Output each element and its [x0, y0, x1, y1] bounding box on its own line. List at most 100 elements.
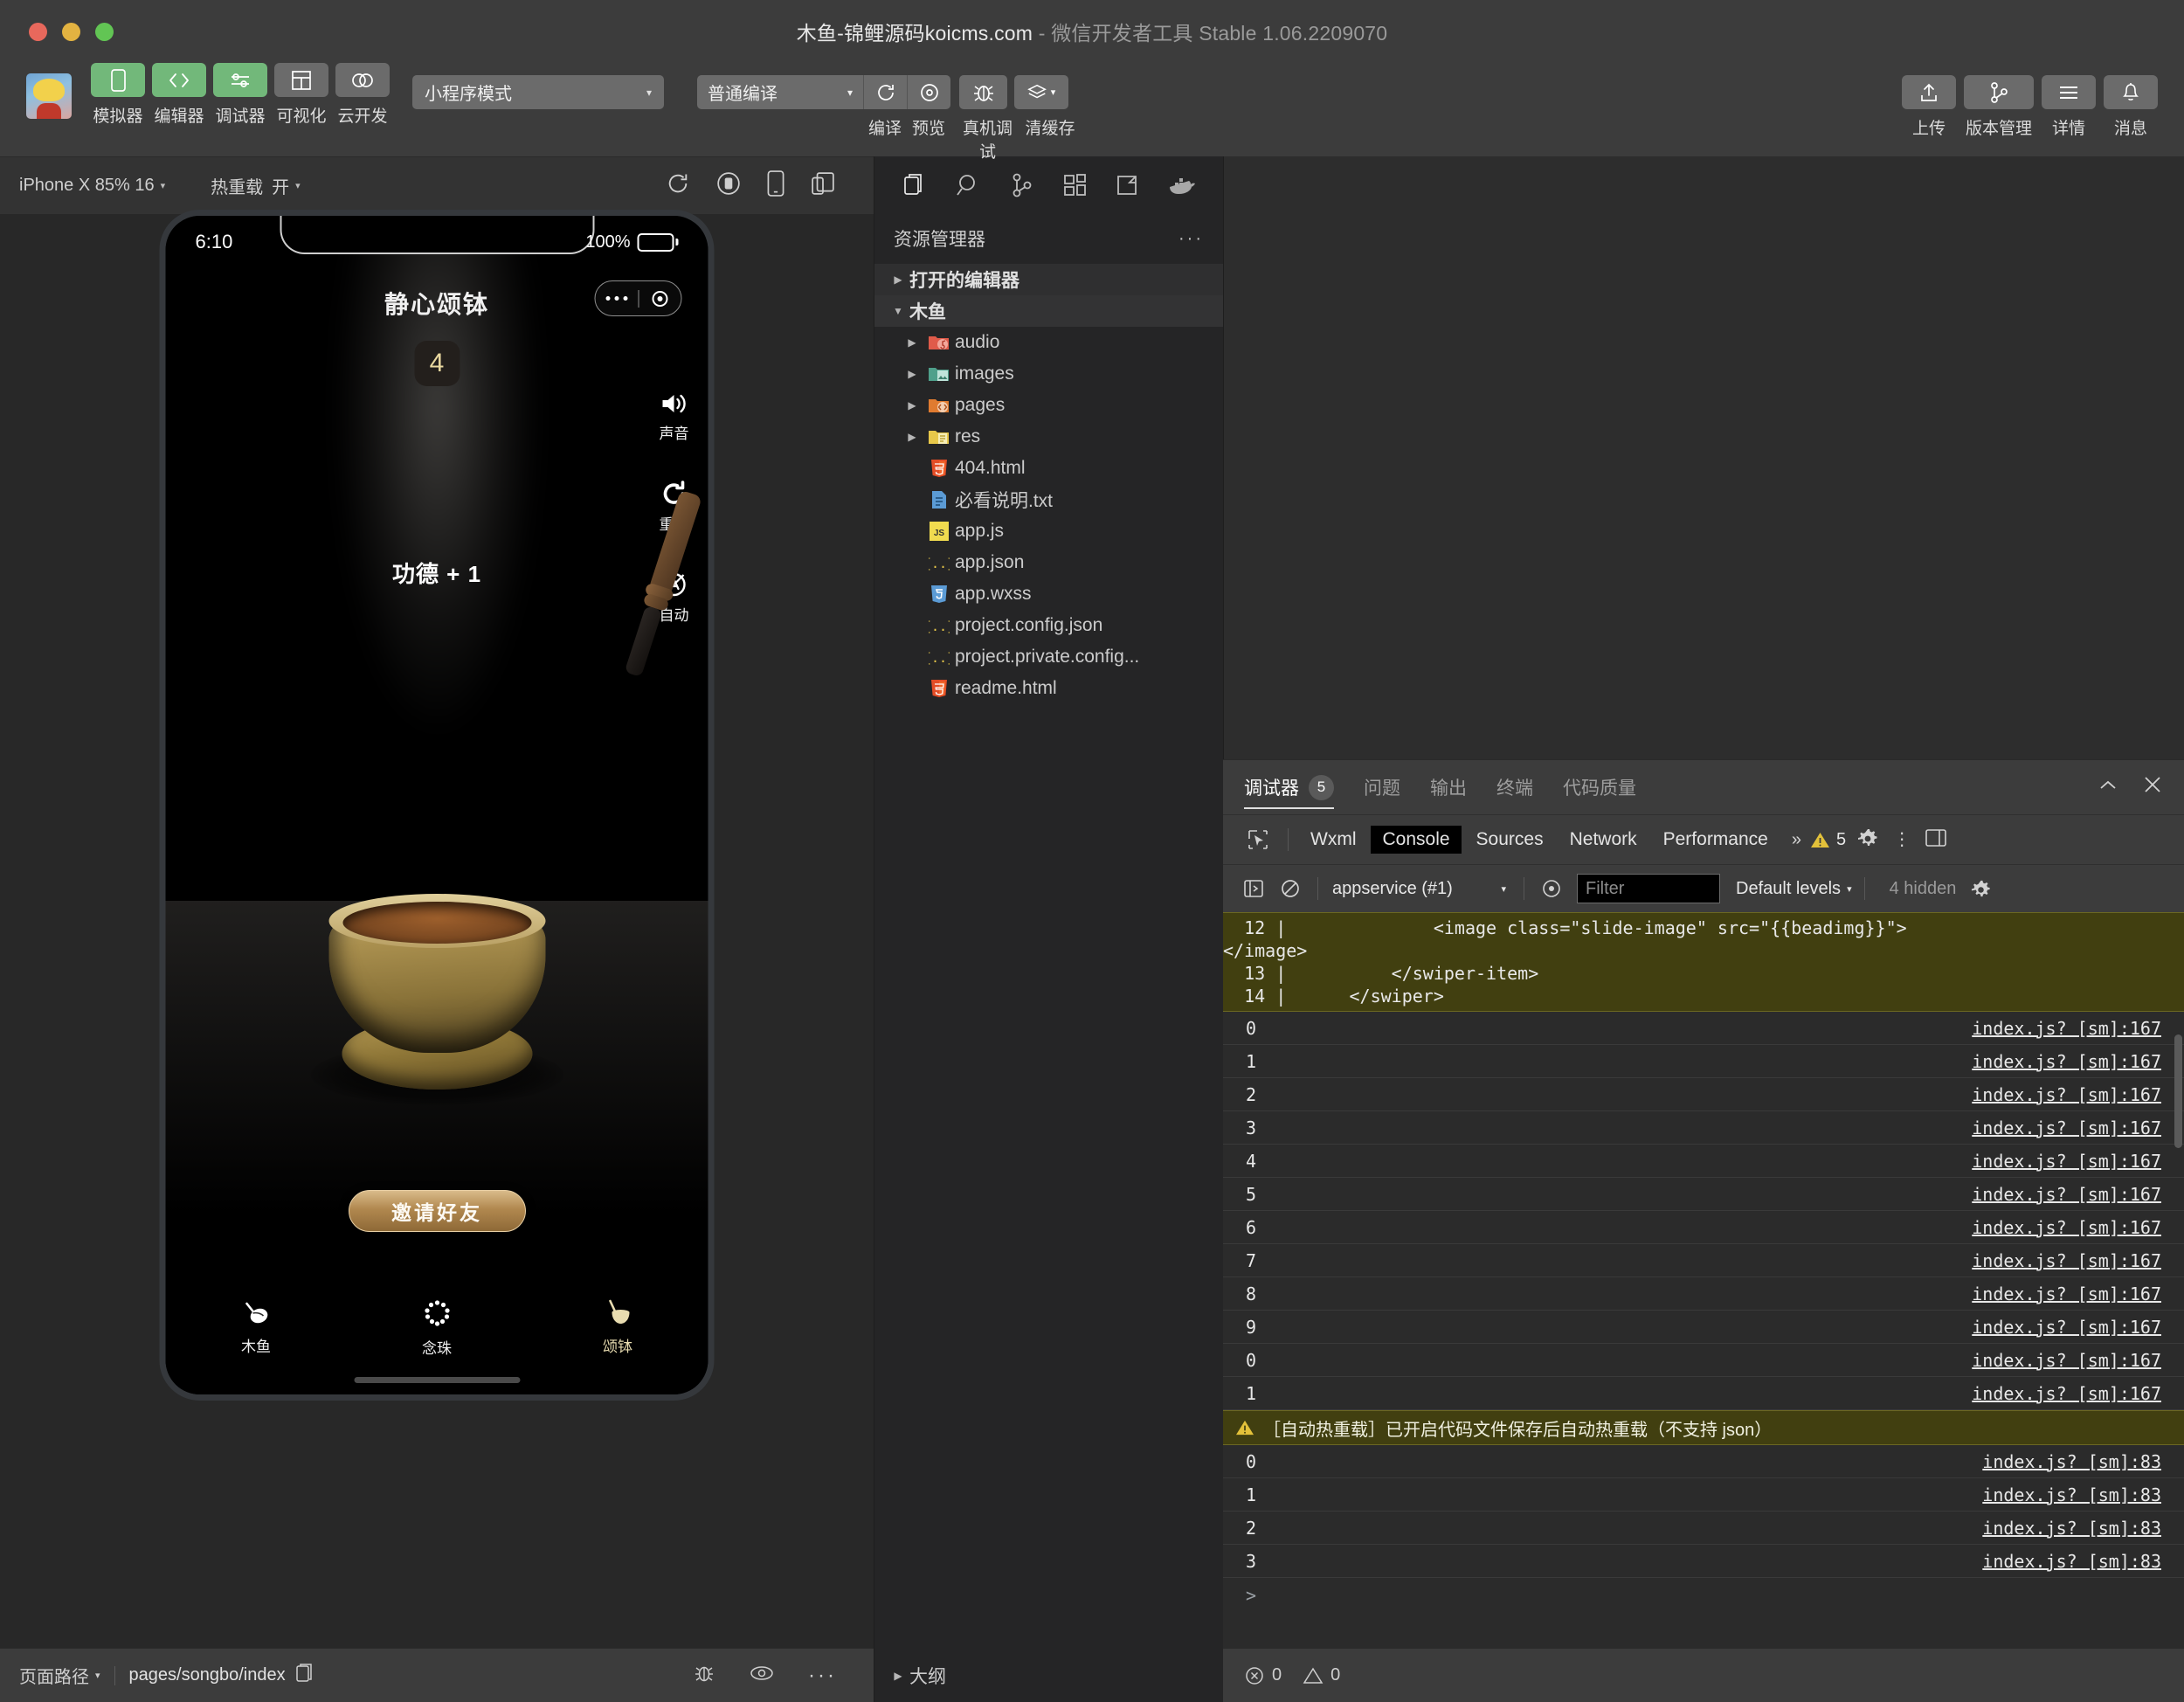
capsule-close-icon[interactable] [639, 290, 681, 307]
collapse-icon[interactable] [2097, 776, 2119, 799]
console-log-row[interactable]: 8 index.js? [sm]:167 [1223, 1277, 2184, 1311]
source-control-icon[interactable] [995, 172, 1048, 198]
docker-icon[interactable] [1155, 174, 1208, 197]
minimize-window-button[interactable] [62, 22, 80, 41]
tab-prayer-beads[interactable]: 念珠 [347, 1298, 528, 1358]
console-warning-row[interactable]: ［自动热重载］已开启代码文件保存后自动热重载（不支持 json） [1223, 1410, 2184, 1445]
inspect-element-icon[interactable] [1239, 828, 1277, 851]
multi-window-icon[interactable] [811, 171, 835, 201]
window-controls[interactable] [29, 22, 114, 41]
console-log-row[interactable]: 3 index.js? [sm]:167 [1223, 1111, 2184, 1145]
wechat-capsule[interactable] [594, 280, 682, 316]
log-source-link[interactable]: index.js? [sm]:167 [1972, 1051, 2184, 1072]
panel-tab-problems[interactable]: 问题 [1364, 760, 1400, 814]
log-source-link[interactable]: index.js? [sm]:167 [1972, 1184, 2184, 1205]
tree-item-audio[interactable]: ▶ audio [874, 327, 1223, 358]
explorer-more-icon[interactable]: ··· [1178, 229, 1204, 249]
close-window-button[interactable] [29, 22, 47, 41]
log-source-link[interactable]: index.js? [sm]:167 [1972, 1283, 2184, 1304]
log-source-link[interactable]: index.js? [sm]:83 [1982, 1518, 2184, 1539]
subtab-network[interactable]: Network [1559, 826, 1648, 854]
console-filter-input[interactable]: Filter [1577, 874, 1720, 903]
log-source-link[interactable]: index.js? [sm]:167 [1972, 1383, 2184, 1404]
device-select[interactable]: iPhone X 85% 16 ▾ [19, 176, 165, 196]
toolbar-button-editor[interactable]: 编辑器 [152, 63, 206, 127]
version-control-button[interactable]: 版本管理 [1964, 75, 2034, 139]
upload-button[interactable]: 上传 [1902, 75, 1956, 139]
console-log-row[interactable]: 1 index.js? [sm]:83 [1223, 1478, 2184, 1512]
live-expression-icon[interactable] [1533, 878, 1570, 899]
compile-select[interactable]: 普通编译 ▾ [697, 75, 863, 109]
console-log-row[interactable]: 5 index.js? [sm]:167 [1223, 1178, 2184, 1211]
tree-item-project-config[interactable]: ▶ {..} project.config.json [874, 610, 1223, 641]
kebab-menu-icon[interactable]: ⋮ [1893, 831, 1911, 848]
console-log-row[interactable]: 1 index.js? [sm]:167 [1223, 1377, 2184, 1410]
subtab-performance[interactable]: Performance [1652, 826, 1780, 854]
sound-tool-button[interactable]: 声音 [660, 391, 689, 443]
mode-select[interactable]: 小程序模式 ▾ [412, 75, 664, 109]
clear-cache-button[interactable]: ▾ [1014, 75, 1068, 109]
record-icon[interactable] [716, 171, 741, 201]
editor-area[interactable] [1223, 156, 2184, 759]
log-source-link[interactable]: index.js? [sm]:83 [1982, 1551, 2184, 1572]
log-source-link[interactable]: index.js? [sm]:167 [1972, 1151, 2184, 1172]
tree-item-readme-txt[interactable]: ▶ 必看说明.txt [874, 484, 1223, 515]
console-context-select[interactable]: appservice (#1) ▾ [1327, 879, 1515, 899]
console-log-row[interactable]: 0 index.js? [sm]:167 [1223, 1012, 2184, 1045]
real-device-debug-button[interactable] [959, 75, 1007, 109]
extensions-icon[interactable] [1048, 172, 1102, 198]
gear-icon[interactable] [1856, 827, 1879, 854]
tree-item-404-html[interactable]: ▶ 404.html [874, 453, 1223, 484]
clear-console-icon[interactable] [1272, 878, 1309, 899]
toolbar-button-simulator[interactable]: 模拟器 [91, 63, 145, 127]
toolbar-button-visualization[interactable]: 可视化 [274, 63, 328, 127]
console-log-row[interactable]: 2 index.js? [sm]:83 [1223, 1512, 2184, 1545]
hot-reload-select[interactable]: 热重载 开 ▾ [211, 173, 301, 198]
singing-bowl[interactable] [306, 857, 568, 1105]
debug-icon[interactable] [1102, 172, 1155, 198]
tree-section-project[interactable]: ▼ 木鱼 [874, 295, 1223, 327]
messages-button[interactable]: 消息 [2104, 75, 2158, 139]
copy-icon[interactable] [295, 1663, 315, 1689]
warning-count[interactable]: 5 [1810, 830, 1846, 850]
tree-item-images[interactable]: ▶ images [874, 358, 1223, 390]
log-source-link[interactable]: index.js? [sm]:167 [1972, 1117, 2184, 1138]
toolbar-button-cloud[interactable]: 云开发 [335, 63, 390, 127]
log-source-link[interactable]: index.js? [sm]:83 [1982, 1451, 2184, 1472]
console-log-row[interactable]: 0 index.js? [sm]:83 [1223, 1445, 2184, 1478]
tree-item-readme-html[interactable]: ▶ readme.html [874, 673, 1223, 704]
dock-side-icon[interactable] [1925, 827, 1947, 853]
log-source-link[interactable]: index.js? [sm]:167 [1972, 1250, 2184, 1271]
tree-item-pages[interactable]: ▶ pages [874, 390, 1223, 421]
console-log-row[interactable]: 7 index.js? [sm]:167 [1223, 1244, 2184, 1277]
maximize-window-button[interactable] [95, 22, 114, 41]
console-log-row[interactable]: 2 index.js? [sm]:167 [1223, 1078, 2184, 1111]
console-log-row[interactable]: 3 index.js? [sm]:83 [1223, 1545, 2184, 1578]
more-icon[interactable]: ··· [808, 1664, 837, 1685]
error-count[interactable]: 0 [1244, 1665, 1282, 1686]
console-log-row[interactable]: 9 index.js? [sm]:167 [1223, 1311, 2184, 1344]
eye-icon[interactable] [749, 1664, 775, 1688]
log-source-link[interactable]: index.js? [sm]:167 [1972, 1317, 2184, 1338]
tree-item-app-js[interactable]: ▶ JS app.js [874, 515, 1223, 547]
search-icon[interactable] [942, 172, 995, 198]
device-icon[interactable] [767, 170, 784, 202]
files-icon[interactable] [888, 172, 942, 198]
tree-item-app-json[interactable]: ▶ {..} app.json [874, 547, 1223, 578]
avatar[interactable] [26, 73, 72, 119]
close-icon[interactable] [2142, 774, 2163, 800]
overflow-icon[interactable]: » [1792, 830, 1801, 850]
refresh-icon[interactable] [666, 171, 690, 201]
panel-tab-debugger[interactable]: 调试器 5 [1244, 760, 1334, 814]
panel-tab-code-quality[interactable]: 代码质量 [1563, 760, 1636, 814]
console-log-row[interactable]: 6 index.js? [sm]:167 [1223, 1211, 2184, 1244]
console-output[interactable]: 12 | <image class="slide-image" src="{{b… [1223, 912, 2184, 1648]
capsule-menu-icon[interactable] [596, 296, 639, 301]
tree-section-open-editors[interactable]: ▶ 打开的编辑器 [874, 264, 1223, 295]
execution-context-icon[interactable] [1235, 878, 1272, 899]
log-source-link[interactable]: index.js? [sm]:83 [1982, 1484, 2184, 1505]
tab-wooden-fish[interactable]: 木鱼 [166, 1298, 347, 1356]
tree-item-project-private-config[interactable]: ▶ {..} project.private.config... [874, 641, 1223, 673]
log-source-link[interactable]: index.js? [sm]:167 [1972, 1018, 2184, 1039]
console-log-row[interactable]: 0 index.js? [sm]:167 [1223, 1344, 2184, 1377]
